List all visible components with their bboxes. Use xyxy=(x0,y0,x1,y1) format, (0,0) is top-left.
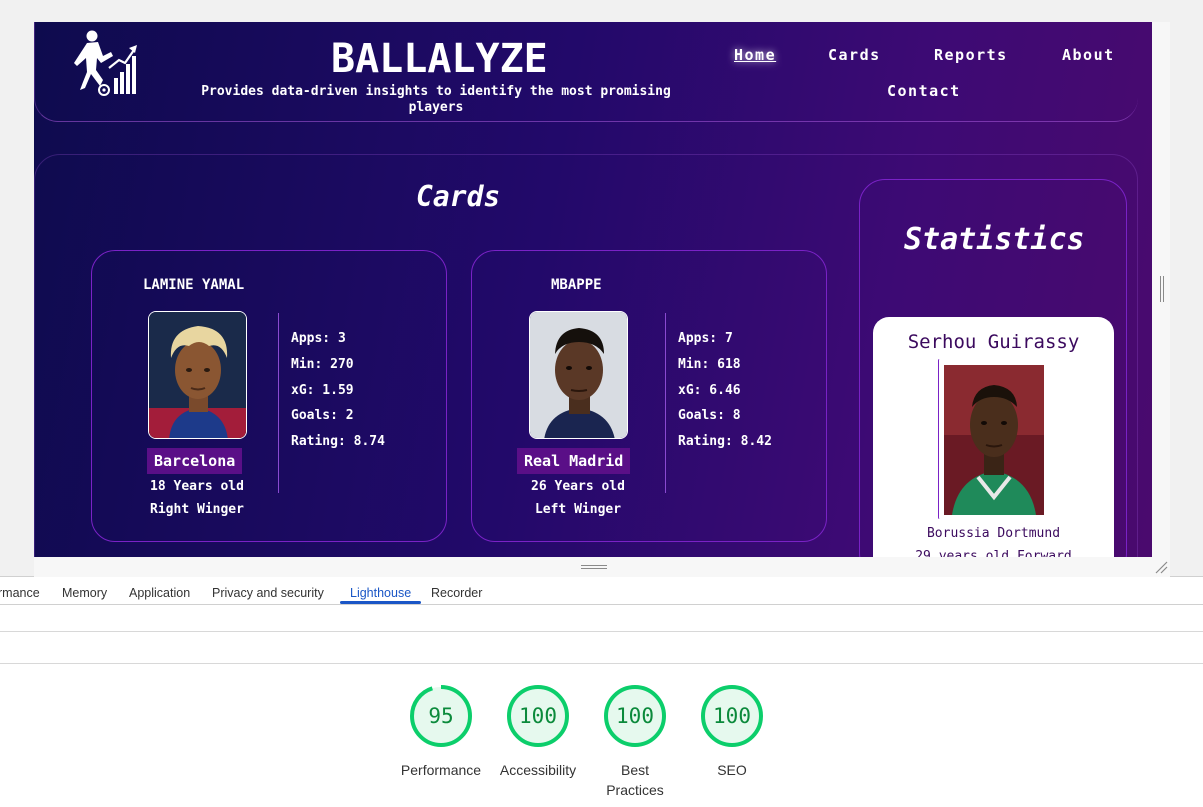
stat-xg: xG: 6.46 xyxy=(678,383,741,398)
devtools-divider xyxy=(0,631,1203,632)
stat-rating: Rating: 8.74 xyxy=(291,434,385,449)
nav-about-link[interactable]: About xyxy=(1062,46,1115,64)
score-gauge[interactable]: 100 xyxy=(603,684,667,748)
browser-window: BALLALYZE Provides data-driven insights … xyxy=(0,0,1203,807)
nav-cards-link[interactable]: Cards xyxy=(828,46,881,64)
statistics-title: Statistics xyxy=(904,222,1085,257)
cards-section-title: Cards xyxy=(416,180,501,213)
player-growth-logo xyxy=(74,30,137,96)
featured-player-card[interactable]: Serhou Guirassy Borussia Dortmund 29 yea… xyxy=(873,317,1114,557)
player-age: 26 Years old xyxy=(531,479,625,494)
card-divider xyxy=(278,313,279,493)
score-label: Performance xyxy=(400,762,482,778)
brand-tagline: Provides data-driven insights to identif… xyxy=(201,84,671,115)
player-position: Left Winger xyxy=(534,502,622,517)
vertical-resize-handle[interactable] xyxy=(1160,276,1164,302)
player-age: 18 Years old xyxy=(150,479,244,494)
featured-player-name: Serhou Guirassy xyxy=(907,331,1080,353)
featured-player-club: Borussia Dortmund xyxy=(926,526,1061,541)
horizontal-resize-handle[interactable] xyxy=(581,565,607,569)
site-header: BALLALYZE Provides data-driven insights … xyxy=(34,22,1138,122)
player-position: Right Winger xyxy=(150,502,244,517)
nav-home-link[interactable]: Home xyxy=(734,46,776,64)
devtab-application[interactable]: Application xyxy=(129,586,190,600)
score-gauge[interactable]: 100 xyxy=(506,684,570,748)
devtab-memory[interactable]: Memory xyxy=(62,586,107,600)
devtab-recorder[interactable]: Recorder xyxy=(431,586,482,600)
resize-corner-icon[interactable] xyxy=(1154,560,1168,574)
club-badge: Barcelona xyxy=(147,448,243,474)
player-card[interactable]: MBAPPE Real Madrid 26 Years old Left Win… xyxy=(471,250,827,542)
score-gauge[interactable]: 100 xyxy=(700,684,764,748)
stat-xg: xG: 1.59 xyxy=(291,383,354,398)
nav-contact-link[interactable]: Contact xyxy=(887,82,961,100)
player-photo xyxy=(148,311,247,439)
nav-reports-link[interactable]: Reports xyxy=(934,46,1008,64)
stat-rating: Rating: 8.42 xyxy=(678,434,772,449)
player-name: MBAPPE xyxy=(551,277,602,293)
score-value: 100 xyxy=(713,704,751,728)
score-value: 100 xyxy=(616,704,654,728)
devtools-divider xyxy=(0,663,1203,664)
featured-player-details: 29 years old Forward xyxy=(915,549,1072,557)
featured-card-accent xyxy=(938,359,941,519)
brand-title: BALLALYZE xyxy=(331,36,548,82)
devtab-performance[interactable]: rmance xyxy=(0,586,40,600)
score-label: Best Practices xyxy=(606,762,664,798)
score-label: SEO xyxy=(717,762,747,778)
stat-apps: Apps: 7 xyxy=(678,331,733,346)
score-label: Accessibility xyxy=(499,762,577,778)
player-name: LAMINE YAMAL xyxy=(143,277,245,293)
devtab-privacy-security[interactable]: Privacy and security xyxy=(212,586,324,600)
stat-minutes: Min: 270 xyxy=(291,357,354,372)
website: BALLALYZE Provides data-driven insights … xyxy=(34,22,1152,557)
card-divider xyxy=(665,313,666,493)
score-value: 95 xyxy=(428,704,454,728)
stat-apps: Apps: 3 xyxy=(291,331,346,346)
stat-goals: Goals: 2 xyxy=(291,408,354,423)
devtab-lighthouse[interactable]: Lighthouse xyxy=(350,586,411,600)
featured-player-photo xyxy=(944,365,1044,515)
club-badge: Real Madrid xyxy=(517,448,631,474)
player-photo xyxy=(529,311,628,439)
active-tab-indicator xyxy=(340,601,421,604)
player-card[interactable]: LAMINE YAMAL Barcelona 18 Years old Righ… xyxy=(91,250,447,542)
stat-goals: Goals: 8 xyxy=(678,408,741,423)
score-gauge[interactable]: 95 xyxy=(409,684,473,748)
score-value: 100 xyxy=(519,704,557,728)
stat-minutes: Min: 618 xyxy=(678,357,741,372)
